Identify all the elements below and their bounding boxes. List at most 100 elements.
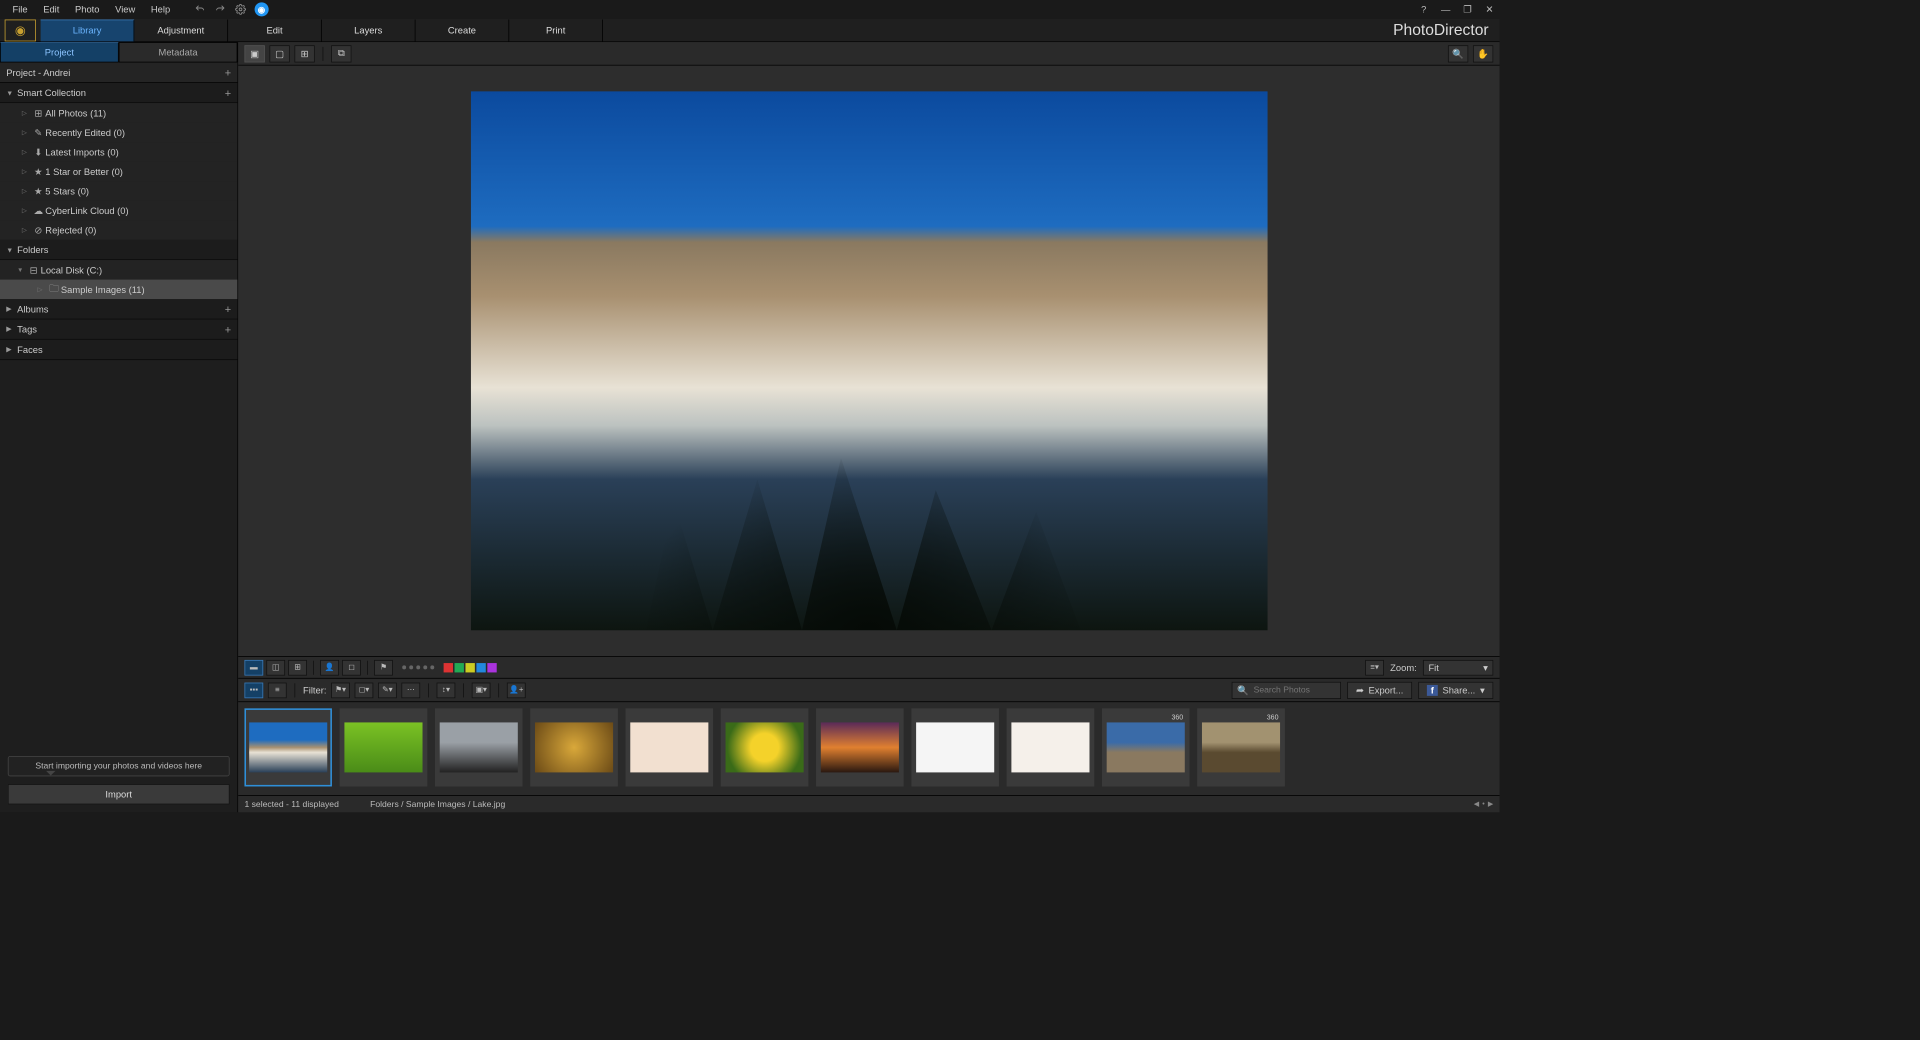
view-single-icon[interactable]: ▣ bbox=[244, 45, 264, 62]
badge-360: 360 bbox=[1267, 713, 1279, 721]
color-swatch[interactable] bbox=[455, 663, 464, 672]
layout-3-icon[interactable]: ⊞ bbox=[288, 660, 307, 676]
help-icon[interactable]: ? bbox=[1418, 4, 1429, 15]
thumbnail[interactable] bbox=[435, 708, 522, 786]
tab-create[interactable]: Create bbox=[415, 19, 509, 41]
thumbnail[interactable] bbox=[530, 708, 617, 786]
scroll-right-icon[interactable]: ▶ bbox=[1488, 800, 1493, 809]
thumbnail-image bbox=[440, 722, 518, 772]
menu-help[interactable]: Help bbox=[143, 0, 178, 19]
color-swatch[interactable] bbox=[487, 663, 496, 672]
tree-item-cloud[interactable]: ▷☁CyberLink Cloud (0) bbox=[0, 201, 237, 221]
thumbnail[interactable] bbox=[626, 708, 713, 786]
tab-edit[interactable]: Edit bbox=[228, 19, 322, 41]
menu-file[interactable]: File bbox=[5, 0, 36, 19]
tree-item-recently-edited[interactable]: ▷✎Recently Edited (0) bbox=[0, 123, 237, 143]
rating-dots[interactable] bbox=[402, 665, 434, 669]
tree-item-1star[interactable]: ▷★1 Star or Better (0) bbox=[0, 162, 237, 182]
color-label-swatches[interactable] bbox=[444, 663, 497, 672]
add-icon[interactable]: + bbox=[225, 323, 231, 335]
thumbnail[interactable] bbox=[816, 708, 903, 786]
thumbnail[interactable]: 360 bbox=[1102, 708, 1189, 786]
tree-item-all-photos[interactable]: ▷⊞All Photos (11) bbox=[0, 103, 237, 123]
thumbnail[interactable]: 360 bbox=[1197, 708, 1284, 786]
hand-tool-icon[interactable]: ✋ bbox=[1473, 45, 1493, 62]
scroll-left-icon[interactable]: ◀ bbox=[1474, 800, 1479, 809]
view-image-icon[interactable]: ▢ bbox=[269, 45, 289, 62]
flag-icon[interactable]: ⚑ bbox=[374, 660, 393, 676]
search-box[interactable]: 🔍 ✕ bbox=[1232, 681, 1341, 698]
tab-layers[interactable]: Layers bbox=[322, 19, 416, 41]
face-tag-icon[interactable]: 👤 bbox=[320, 660, 339, 676]
side-tab-project[interactable]: Project bbox=[0, 42, 119, 62]
thumbnail[interactable] bbox=[721, 708, 808, 786]
add-icon[interactable]: + bbox=[225, 86, 231, 98]
zoom-value: Fit bbox=[1428, 662, 1438, 673]
app-logo-icon[interactable]: ◉ bbox=[5, 19, 36, 41]
zoom-tool-icon[interactable]: 🔍 bbox=[1448, 45, 1468, 62]
color-swatch[interactable] bbox=[465, 663, 474, 672]
sort-order-icon[interactable]: ↕▾ bbox=[437, 682, 456, 698]
undo-icon[interactable] bbox=[194, 3, 206, 15]
gear-icon[interactable] bbox=[234, 3, 246, 15]
sort-icon[interactable]: ≡▾ bbox=[1365, 660, 1384, 676]
zoom-select[interactable]: Fit▾ bbox=[1423, 660, 1493, 676]
thumb-size-list-icon[interactable]: ≡ bbox=[268, 682, 287, 698]
thumbnail-image bbox=[1202, 722, 1280, 772]
chevron-down-icon: ▼ bbox=[6, 89, 17, 97]
share-button[interactable]: fShare...▾ bbox=[1418, 681, 1493, 698]
tree-item-label: Recently Edited (0) bbox=[45, 127, 125, 138]
menu-view[interactable]: View bbox=[107, 0, 143, 19]
color-swatch[interactable] bbox=[476, 663, 485, 672]
add-icon[interactable]: + bbox=[225, 303, 231, 315]
tree-item-label: All Photos (11) bbox=[45, 107, 106, 118]
add-icon[interactable]: + bbox=[225, 66, 231, 78]
thumb-size-small-icon[interactable]: ▪▪▪ bbox=[244, 682, 263, 698]
thumbnail-image bbox=[1011, 722, 1089, 772]
tab-adjustment[interactable]: Adjustment bbox=[134, 19, 228, 41]
maximize-icon[interactable]: ❐ bbox=[1462, 4, 1473, 15]
layout-2-icon[interactable]: ◫ bbox=[266, 660, 285, 676]
section-folders[interactable]: ▼ Folders bbox=[0, 240, 237, 260]
view-grid-icon[interactable]: ⊞ bbox=[294, 45, 314, 62]
close-icon[interactable]: ✕ bbox=[1484, 4, 1495, 15]
add-person-icon[interactable]: 👤+ bbox=[507, 682, 526, 698]
filmstrip[interactable]: 360 360 bbox=[238, 701, 1499, 795]
filter-edit-icon[interactable]: ✎▾ bbox=[378, 682, 397, 698]
tree-item-latest-imports[interactable]: ▷⬇Latest Imports (0) bbox=[0, 142, 237, 162]
menu-edit[interactable]: Edit bbox=[35, 0, 67, 19]
notification-badge-icon[interactable]: ◉ bbox=[255, 2, 269, 16]
thumbnail[interactable] bbox=[911, 708, 998, 786]
layout-1-icon[interactable]: ▬ bbox=[244, 660, 263, 676]
project-header[interactable]: Project - Andrei + bbox=[0, 62, 237, 82]
photo-viewer[interactable] bbox=[238, 66, 1499, 656]
filter-bar: ▪▪▪ ≡ Filter: ⚑▾ ◻▾ ✎▾ ⋯ ↕▾ ▣▾ 👤+ 🔍 ✕ ➦E… bbox=[238, 678, 1499, 701]
tab-print[interactable]: Print bbox=[509, 19, 603, 41]
crop-icon[interactable]: ◻ bbox=[342, 660, 361, 676]
filter-flag-icon[interactable]: ⚑▾ bbox=[331, 682, 350, 698]
thumbnail[interactable] bbox=[244, 708, 331, 786]
side-tab-metadata[interactable]: Metadata bbox=[119, 42, 238, 62]
redo-icon[interactable] bbox=[214, 3, 226, 15]
tab-library[interactable]: Library bbox=[41, 19, 135, 41]
color-swatch[interactable] bbox=[444, 663, 453, 672]
section-faces[interactable]: ▶ Faces bbox=[0, 340, 237, 360]
minimize-icon[interactable]: — bbox=[1440, 4, 1451, 15]
thumbnail[interactable] bbox=[340, 708, 427, 786]
filter-label-icon[interactable]: ◻▾ bbox=[355, 682, 374, 698]
section-smart-collection[interactable]: ▼ Smart Collection + bbox=[0, 83, 237, 103]
tree-item-rejected[interactable]: ▷⊘Rejected (0) bbox=[0, 220, 237, 240]
tree-item-sample-images[interactable]: ▷🗀Sample Images (11) bbox=[0, 280, 237, 300]
tree-item-5stars[interactable]: ▷★5 Stars (0) bbox=[0, 181, 237, 201]
section-albums[interactable]: ▶ Albums + bbox=[0, 299, 237, 319]
tree-item-local-disk[interactable]: ▼⊟Local Disk (C:) bbox=[0, 260, 237, 280]
filter-more-icon[interactable]: ⋯ bbox=[401, 682, 420, 698]
import-button[interactable]: Import bbox=[8, 784, 230, 804]
stack-icon[interactable]: ▣▾ bbox=[472, 682, 491, 698]
tree-item-label: CyberLink Cloud (0) bbox=[45, 205, 128, 216]
view-compare-icon[interactable]: ⧉ bbox=[331, 45, 351, 62]
export-button[interactable]: ➦Export... bbox=[1347, 681, 1412, 698]
section-tags[interactable]: ▶ Tags + bbox=[0, 319, 237, 339]
thumbnail[interactable] bbox=[1007, 708, 1094, 786]
menu-photo[interactable]: Photo bbox=[67, 0, 107, 19]
